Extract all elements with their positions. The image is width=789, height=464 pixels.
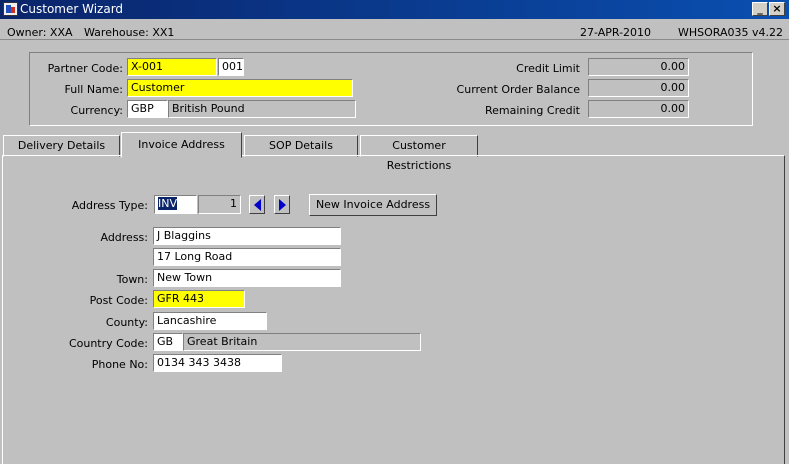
date-label: 27-APR-2010	[580, 26, 652, 39]
new-invoice-address-button[interactable]: New Invoice Address	[309, 194, 437, 216]
country-code-label: Country Code:	[68, 337, 148, 350]
currency-name-display: British Pound	[168, 100, 356, 118]
arrow-right-icon	[279, 199, 286, 211]
post-code-label: Post Code:	[89, 294, 148, 307]
previous-address-button[interactable]	[249, 195, 265, 214]
address-seq-display: 1	[198, 195, 241, 214]
current-order-balance-display: 0.00	[588, 79, 689, 97]
remaining-credit-display: 0.00	[588, 100, 689, 118]
credit-limit-label: Credit Limit	[516, 62, 580, 75]
next-address-button[interactable]	[274, 195, 290, 214]
tab-customer-restrictions[interactable]: Customer Restrictions	[360, 135, 478, 172]
arrow-left-icon	[254, 199, 261, 211]
version-label: WHSORA035 v4.22	[678, 26, 784, 39]
tab-sop-details[interactable]: SOP Details	[244, 135, 358, 157]
address-label: Address:	[100, 231, 148, 244]
warehouse-label: Warehouse: XX1	[84, 26, 175, 39]
phone-label: Phone No:	[91, 358, 148, 371]
current-order-balance-label: Current Order Balance	[456, 83, 580, 96]
town-label: Town:	[116, 273, 148, 286]
window-title: Customer Wizard	[20, 2, 124, 16]
post-code-input[interactable]: GFR 443	[153, 290, 245, 308]
close-button[interactable]: ×	[769, 2, 785, 16]
partner-code-label: Partner Code:	[47, 62, 123, 75]
full-name-label: Full Name:	[64, 83, 123, 96]
county-label: County:	[105, 316, 148, 329]
address-type-value: INV	[158, 197, 177, 210]
country-code-input[interactable]: GB	[153, 333, 183, 351]
partner-suffix-input[interactable]: 001	[218, 58, 244, 76]
currency-code-input[interactable]: GBP	[127, 100, 168, 118]
address-type-input[interactable]: INV	[154, 195, 197, 214]
owner-label: Owner: XXA	[7, 26, 73, 39]
app-icon	[3, 2, 18, 16]
county-input[interactable]: Lancashire	[153, 312, 267, 330]
phone-input[interactable]: 0134 343 3438	[153, 354, 282, 372]
title-bar: Customer Wizard _ ×	[0, 0, 789, 19]
full-name-input[interactable]: Customer	[127, 79, 353, 97]
currency-label: Currency:	[70, 104, 123, 117]
info-bar: Owner: XXA Warehouse: XX1 27-APR-2010 WH…	[0, 20, 789, 40]
tab-invoice-address[interactable]: Invoice Address	[121, 132, 242, 158]
country-name-display: Great Britain	[183, 333, 421, 351]
partner-code-input[interactable]: X-001	[127, 58, 217, 76]
address-line2-input[interactable]: 17 Long Road	[153, 248, 341, 266]
minimize-button[interactable]: _	[752, 2, 768, 16]
credit-limit-display: 0.00	[588, 58, 689, 76]
address-line1-input[interactable]: J Blaggins	[153, 227, 341, 245]
tab-delivery-details[interactable]: Delivery Details	[3, 135, 120, 157]
address-type-label: Address Type:	[71, 199, 148, 212]
remaining-credit-label: Remaining Credit	[485, 104, 580, 117]
town-input[interactable]: New Town	[153, 269, 341, 287]
